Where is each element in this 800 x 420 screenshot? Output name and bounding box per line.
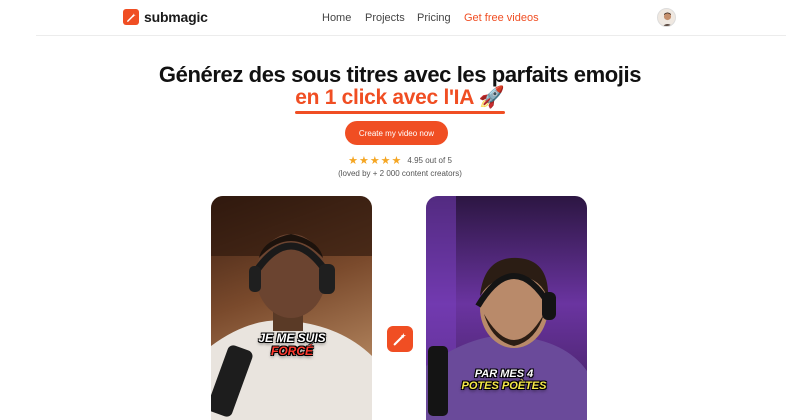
social-proof-text: (loved by + 2 000 content creators)	[338, 169, 462, 178]
main-nav: Home Projects Pricing Get free videos	[0, 12, 800, 26]
create-video-button[interactable]: Create my video now	[345, 121, 448, 145]
hero-subtitle-text: en 1 click avec l'IA 🚀	[295, 86, 505, 109]
nav-projects[interactable]: Projects	[365, 12, 405, 24]
rating-text: 4.95 out of 5	[407, 156, 452, 165]
speaker-illustration-left	[211, 196, 372, 420]
nav-get-free-videos[interactable]: Get free videos	[464, 12, 539, 24]
hero-title: Générez des sous titres avec les parfait…	[158, 62, 642, 87]
caption-highlight: POTES POÈTES	[461, 379, 547, 392]
video-caption-left: JE ME SUIS FORCÉ	[244, 332, 340, 357]
caption-highlight: FORCÉ	[271, 343, 313, 358]
top-navbar: submagic Home Projects Pricing Get free …	[0, 0, 800, 36]
nav-home[interactable]: Home	[322, 12, 351, 24]
video-preview-left[interactable]	[211, 196, 372, 420]
user-avatar[interactable]	[657, 8, 676, 27]
nav-pricing[interactable]: Pricing	[417, 12, 451, 24]
rating: ★★★★★ 4.95 out of 5	[0, 154, 800, 167]
header-divider	[36, 35, 786, 36]
star-rating-icon: ★★★★★	[348, 155, 403, 167]
caption-line: PAR MES 4	[474, 368, 534, 380]
wand-icon	[387, 326, 413, 352]
hero-subtitle: en 1 click avec l'IA 🚀	[0, 86, 800, 114]
subtitle-underline	[295, 111, 505, 114]
video-caption-right: PAR MES 4 POTES POÈTES	[456, 368, 552, 392]
caption-line: JE ME SUIS	[258, 331, 326, 345]
